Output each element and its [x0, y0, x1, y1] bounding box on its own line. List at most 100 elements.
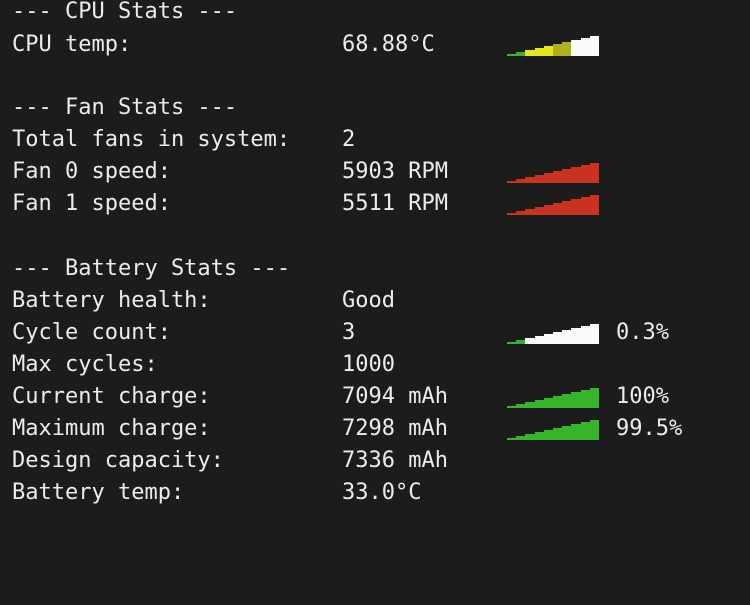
fan0-sparkbar: [507, 163, 600, 183]
total-fans-row: Total fans in system: 2: [12, 124, 355, 156]
sparkbar-segment: [589, 420, 600, 440]
total-fans-value: 2: [342, 127, 356, 152]
sparkbar-segment: [534, 207, 544, 215]
battery-health-row: Battery health: Good: [12, 285, 395, 317]
fan1-value: 5511 RPM: [342, 191, 448, 216]
sparkbar-segment: [507, 213, 517, 215]
sparkbar-segment: [571, 199, 581, 215]
fan0-value: 5903 RPM: [342, 159, 448, 184]
terminal-window: --- CPU Stats --- CPU temp: 68.88°C --- …: [0, 0, 750, 523]
maximum-charge-row: Maximum charge: 7298 mAh 99.5%: [12, 413, 682, 445]
sparkbar-segment: [507, 438, 517, 440]
sparkbar-segment: [562, 169, 572, 183]
max-cycles-value: 1000: [342, 352, 395, 377]
battery-temp-row: Battery temp: 33.0°C: [12, 477, 421, 509]
sparkbar-segment: [553, 428, 563, 440]
sparkbar-segment: [580, 165, 590, 183]
cycle-count-value: 3: [342, 320, 356, 345]
sparkbar-segment: [553, 44, 563, 56]
total-fans-label: Total fans in system:: [12, 127, 291, 152]
cycle-count-label: Cycle count:: [12, 320, 171, 345]
maximum-charge-percent: 99.5%: [616, 416, 683, 441]
sparkbar-segment: [525, 50, 535, 56]
maximum-charge-sparkbar: [507, 420, 600, 440]
sparkbar-segment: [589, 195, 600, 215]
sparkbar-segment: [562, 201, 572, 215]
sparkbar-segment: [516, 211, 526, 215]
current-charge-row: Current charge: 7094 mAh 100%: [12, 381, 669, 413]
max-cycles-row: Max cycles: 1000: [12, 349, 395, 381]
sparkbar-segment: [534, 48, 544, 56]
sparkbar-segment: [543, 46, 554, 56]
sparkbar-segment: [507, 406, 517, 408]
cpu-temp-value: 68.88°C: [342, 32, 435, 57]
current-charge-sparkbar: [507, 388, 600, 408]
maximum-charge-label: Maximum charge:: [12, 416, 211, 441]
fan-section-header: --- Fan Stats ---: [12, 92, 237, 124]
sparkbar-segment: [516, 179, 526, 183]
current-charge-label: Current charge:: [12, 384, 211, 409]
sparkbar-segment: [516, 340, 526, 344]
sparkbar-segment: [580, 38, 590, 56]
sparkbar-segment: [543, 173, 554, 183]
cpu-temp-sparkbar: [507, 36, 600, 56]
sparkbar-segment: [553, 203, 563, 215]
sparkbar-segment: [553, 332, 563, 344]
design-capacity-label: Design capacity:: [12, 448, 224, 473]
sparkbar-segment: [580, 197, 590, 215]
battery-temp-value: 33.0°C: [342, 480, 422, 505]
sparkbar-segment: [589, 324, 600, 344]
battery-temp-label: Battery temp:: [12, 480, 185, 505]
fan-header-text: --- Fan Stats ---: [12, 95, 238, 120]
sparkbar-segment: [525, 402, 535, 408]
sparkbar-segment: [562, 42, 572, 56]
sparkbar-segment: [516, 404, 526, 408]
sparkbar-segment: [516, 436, 526, 440]
sparkbar-segment: [571, 424, 581, 440]
design-capacity-value: 7336 mAh: [342, 448, 448, 473]
cycle-count-percent: 0.3%: [616, 320, 669, 345]
fan1-sparkbar: [507, 195, 600, 215]
sparkbar-segment: [507, 181, 517, 183]
current-charge-value: 7094 mAh: [342, 384, 448, 409]
fan0-row: Fan 0 speed: 5903 RPM: [12, 156, 600, 188]
sparkbar-segment: [534, 432, 544, 440]
sparkbar-segment: [525, 338, 535, 344]
cpu-section-header: --- CPU Stats ---: [12, 0, 237, 28]
battery-health-label: Battery health:: [12, 288, 211, 313]
sparkbar-segment: [589, 388, 600, 408]
sparkbar-segment: [543, 334, 554, 344]
current-charge-percent: 100%: [616, 384, 669, 409]
sparkbar-segment: [525, 177, 535, 183]
cpu-temp-row: CPU temp: 68.88°C: [12, 29, 600, 61]
sparkbar-segment: [525, 434, 535, 440]
maximum-charge-value: 7298 mAh: [342, 416, 448, 441]
sparkbar-segment: [580, 390, 590, 408]
sparkbar-segment: [562, 426, 572, 440]
sparkbar-segment: [589, 36, 600, 56]
sparkbar-segment: [571, 328, 581, 344]
sparkbar-segment: [562, 394, 572, 408]
sparkbar-segment: [543, 430, 554, 440]
sparkbar-segment: [534, 400, 544, 408]
sparkbar-segment: [507, 54, 517, 56]
fan1-row: Fan 1 speed: 5511 RPM: [12, 188, 600, 220]
sparkbar-segment: [507, 342, 517, 344]
sparkbar-segment: [516, 52, 526, 56]
sparkbar-segment: [589, 163, 600, 183]
sparkbar-segment: [571, 167, 581, 183]
sparkbar-segment: [553, 171, 563, 183]
battery-header-text: --- Battery Stats ---: [12, 256, 291, 281]
fan1-label: Fan 1 speed:: [12, 191, 171, 216]
sparkbar-segment: [525, 209, 535, 215]
sparkbar-segment: [571, 40, 581, 56]
sparkbar-segment: [543, 205, 554, 215]
sparkbar-segment: [553, 396, 563, 408]
max-cycles-label: Max cycles:: [12, 352, 158, 377]
cycle-count-sparkbar: [507, 324, 600, 344]
sparkbar-segment: [534, 336, 544, 344]
design-capacity-row: Design capacity: 7336 mAh: [12, 445, 448, 477]
battery-health-value: Good: [342, 288, 395, 313]
battery-section-header: --- Battery Stats ---: [12, 253, 290, 285]
fan0-label: Fan 0 speed:: [12, 159, 171, 184]
